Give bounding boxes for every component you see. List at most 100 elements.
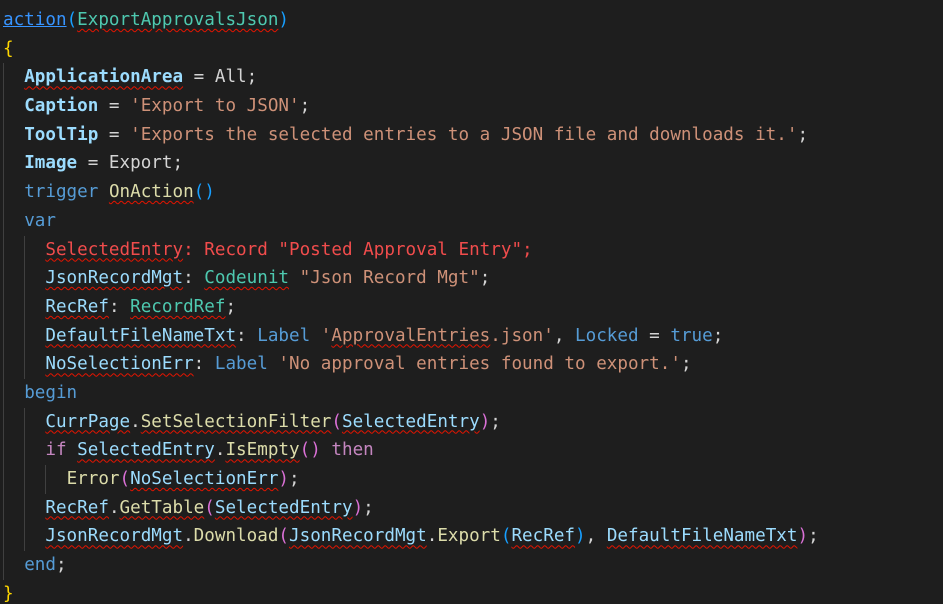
code-token: , — [585, 526, 607, 547]
code-line[interactable]: Caption = 'Export to JSON'; — [0, 92, 943, 121]
indent-guide — [3, 522, 4, 552]
code-token: DefaultFileNameTxt — [606, 526, 798, 547]
code-line[interactable]: RecRef.GetTable(SelectedEntry); — [0, 493, 943, 523]
indent-guide — [24, 264, 26, 293]
code-token: "Json Record Mgt" — [299, 268, 480, 289]
code-token: CurrPage — [45, 411, 131, 432]
code-line[interactable]: Error(NoSelectionErr); — [0, 465, 943, 494]
code-line[interactable]: JsonRecordMgt: Codeunit "Json Record Mgt… — [0, 264, 943, 293]
code-line[interactable]: NoSelectionErr: Label 'No approval entri… — [0, 350, 943, 379]
indent-guide — [3, 120, 4, 150]
indent-guide — [3, 378, 4, 408]
code-token: NoSelectionErr — [45, 354, 194, 375]
code-token: OnAction — [108, 182, 194, 203]
indent-guide — [3, 92, 4, 121]
code-token: SelectedEntry — [214, 497, 353, 518]
code-token: ; — [797, 124, 809, 145]
code-token: DefaultFileNameTxt — [45, 325, 237, 346]
code-line[interactable]: RecRef: RecordRef; — [0, 292, 943, 322]
code-token: then — [320, 440, 374, 461]
code-line[interactable]: CurrPage.SetSelectionFilter(SelectedEntr… — [0, 407, 943, 437]
code-token: RecordRef — [130, 296, 226, 317]
code-token: Label — [257, 325, 321, 346]
code-token: : Record "Posted Approval Entry"; — [183, 239, 533, 260]
code-token: Error — [66, 469, 120, 489]
code-line[interactable]: action(ExportApprovalsJson) — [0, 6, 943, 35]
code-token: ; — [225, 296, 237, 317]
code-token: RecRef — [511, 526, 576, 547]
indent-guide — [3, 206, 4, 236]
indent-guide — [3, 551, 4, 580]
indent-guide — [3, 407, 4, 437]
code-token: = Export; — [77, 153, 184, 174]
code-token: ; — [712, 325, 724, 346]
code-line[interactable]: if SelectedEntry.IsEmpty() then — [0, 436, 943, 465]
code-token: NoSelectionErr — [130, 469, 279, 489]
code-token: JsonRecordMgt — [45, 268, 184, 289]
code-line[interactable]: ApplicationArea = All; — [0, 63, 943, 93]
code-token: ApplicationArea — [24, 67, 184, 88]
code-token: ( — [278, 526, 290, 547]
indent-guide — [24, 321, 26, 351]
code-token: ( — [119, 469, 131, 489]
code-token: ; — [289, 469, 300, 489]
indent-guide — [3, 63, 4, 93]
code-token: ) — [479, 411, 491, 432]
code-token: if — [45, 440, 78, 461]
code-token: Image — [24, 153, 78, 174]
indent-guide — [24, 436, 26, 465]
code-token: Label — [214, 354, 279, 375]
code-token: : — [108, 296, 131, 317]
indent-guide — [3, 436, 4, 465]
code-token: trigger — [24, 182, 109, 203]
code-token: . — [214, 440, 226, 461]
code-token: ( — [204, 497, 215, 518]
code-line[interactable]: end; — [0, 551, 943, 580]
code-token: 'No approval entries found to export.' — [278, 354, 681, 375]
code-token: . — [183, 526, 194, 547]
code-line[interactable]: Image = Export; — [0, 149, 943, 179]
indent-guide — [24, 522, 26, 552]
code-token: GetTable — [119, 497, 205, 518]
code-line[interactable]: SelectedEntry: Record "Posted Approval E… — [0, 235, 943, 265]
code-token: ; — [680, 354, 692, 375]
code-line[interactable]: { — [0, 35, 943, 64]
code-token: ApprovalEntries — [331, 325, 491, 346]
code-token: ) — [575, 526, 586, 547]
code-token: ( — [66, 10, 78, 30]
code-token: var — [24, 210, 56, 231]
indent-guide — [3, 465, 4, 494]
code-line[interactable]: ToolTip = 'Exports the selected entries … — [0, 120, 943, 150]
code-token: IsEmpty — [225, 440, 300, 461]
indent-guide — [3, 264, 4, 293]
code-token: : — [193, 354, 215, 375]
code-token: . — [108, 497, 120, 518]
code-editor[interactable]: action(ExportApprovalsJson) { Application… — [0, 0, 943, 604]
code-token: ExportApprovalsJson — [77, 10, 279, 30]
code-line[interactable]: JsonRecordMgt.Download(JsonRecordMgt.Exp… — [0, 522, 943, 552]
indent-guide — [45, 465, 47, 494]
code-line[interactable]: begin — [0, 378, 943, 408]
code-token: ) — [797, 526, 809, 547]
indent-guide — [24, 407, 26, 437]
indent-guide — [24, 292, 26, 322]
indent-guide — [3, 321, 4, 351]
code-token: , — [553, 325, 576, 346]
code-token: Codeunit — [204, 268, 290, 289]
indent-guide — [3, 350, 4, 379]
code-line[interactable]: trigger OnAction() — [0, 178, 943, 207]
indent-guide — [24, 465, 26, 494]
code-token: Download — [193, 526, 279, 547]
code-token: SelectedEntry — [45, 239, 184, 260]
code-line[interactable]: var — [0, 206, 943, 236]
code-token: ToolTip — [24, 124, 99, 145]
code-token: = — [638, 325, 671, 346]
code-token: = All; — [183, 67, 258, 88]
code-line[interactable]: DefaultFileNameTxt: Label 'ApprovalEntri… — [0, 321, 943, 351]
code-token: SelectedEntry — [341, 411, 480, 432]
code-token: { — [3, 38, 14, 59]
